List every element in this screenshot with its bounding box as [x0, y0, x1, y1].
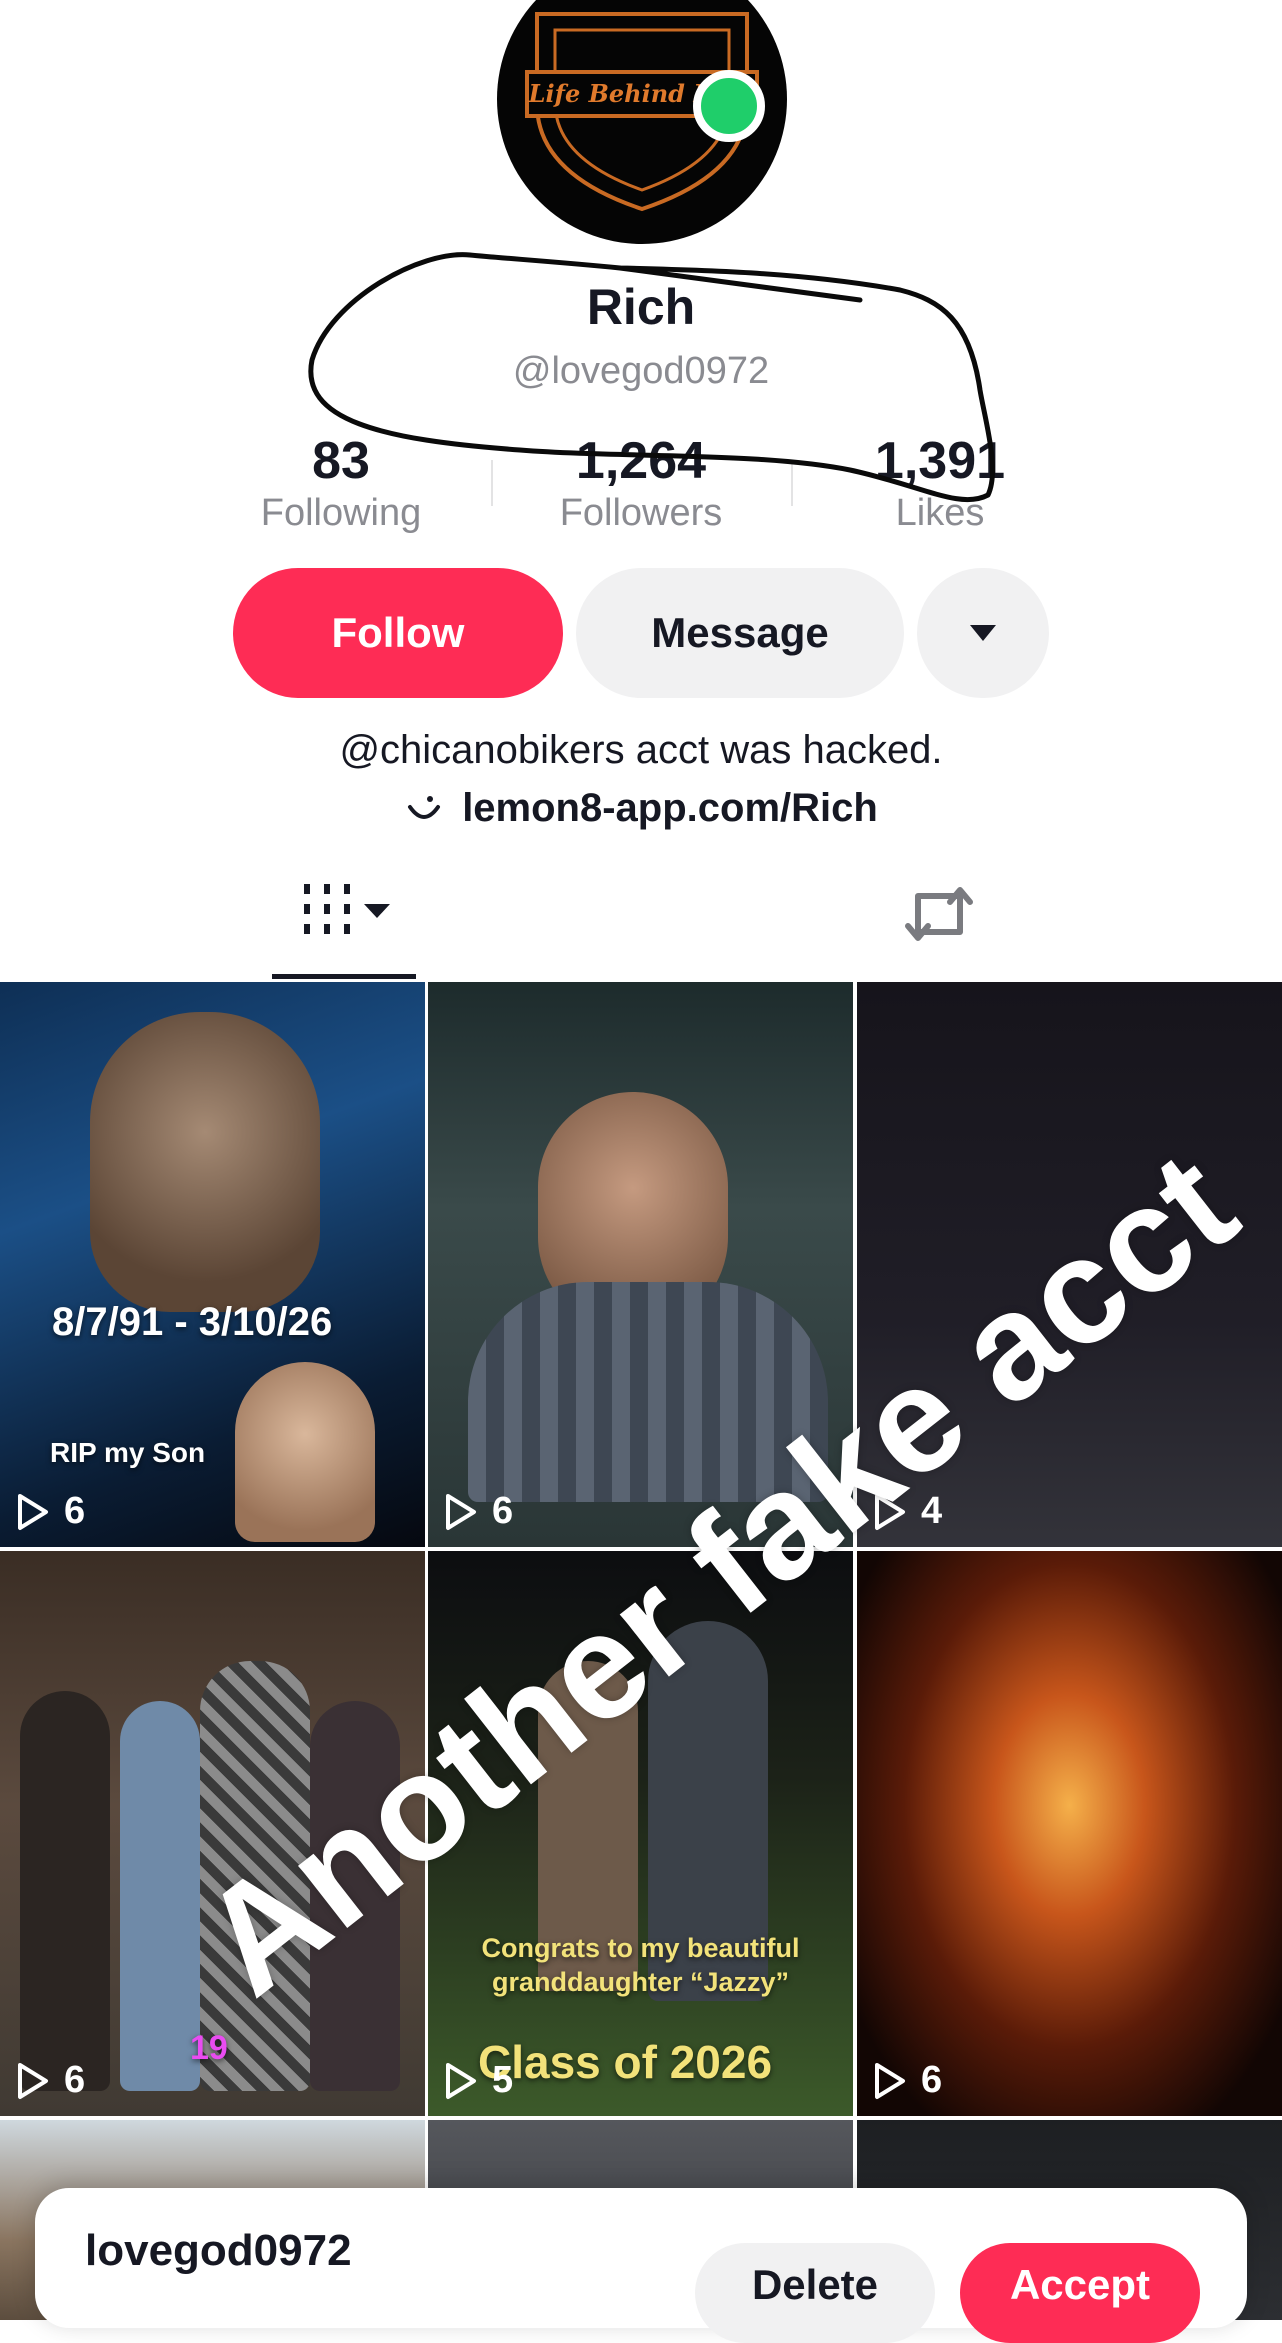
follow-request-sheet: lovegod0972 Delete Accept [35, 2188, 1247, 2343]
bio-link-text: lemon8-app.com/Rich [462, 786, 878, 830]
stat-divider [791, 460, 793, 506]
stat-followers[interactable]: 1,264 Followers [511, 432, 771, 536]
video-caption: 8/7/91 - 3/10/26 [52, 1300, 333, 1344]
stat-divider [491, 460, 493, 506]
likes-count: 1,391 [874, 432, 1006, 490]
username-handle: @lovegod0972 [512, 350, 770, 392]
following-count: 83 [312, 432, 370, 490]
play-count: 5 [444, 2059, 513, 2102]
play-icon [446, 1493, 476, 1530]
play-count: 6 [16, 1490, 85, 1533]
play-count-value: 6 [64, 2059, 86, 2101]
play-icon [18, 2062, 48, 2099]
display-name: Rich [586, 279, 696, 335]
play-icon [446, 2062, 476, 2099]
grid-icon [304, 884, 390, 934]
video-sub-caption: RIP my Son [50, 1437, 206, 1468]
profile-avatar-wrap[interactable]: Life Behind Bars [497, 0, 787, 244]
tab-reposts[interactable] [904, 882, 974, 946]
message-button[interactable]: Message [576, 568, 904, 698]
caret-down-icon [970, 625, 996, 641]
play-count-value: 6 [921, 2059, 943, 2101]
play-count-value: 6 [492, 1490, 514, 1532]
repost-icon [905, 887, 973, 941]
thumbnail-subject [90, 1012, 320, 1312]
bio-link[interactable]: lemon8-app.com/Rich [0, 786, 1282, 831]
accept-button[interactable]: Accept [960, 2243, 1200, 2343]
play-count: 6 [444, 1490, 513, 1533]
play-icon [875, 2062, 905, 2099]
followers-label: Followers [559, 492, 723, 534]
bio-text: @chicanobikers acct was hacked. [339, 728, 943, 772]
online-status-dot [693, 70, 765, 142]
follow-button[interactable]: Follow [233, 568, 563, 698]
sticker-text: 19 [190, 2029, 228, 2067]
lemon8-icon [408, 795, 441, 819]
video-sub-caption: Class of 2026 [478, 2036, 773, 2088]
play-icon [18, 1493, 48, 1530]
delete-button[interactable]: Delete [695, 2243, 935, 2343]
video-thumbnail[interactable]: 8/7/91 - 3/10/26 RIP my Son 6 [0, 982, 425, 1547]
thumbnail-subject [235, 1362, 375, 1542]
video-thumbnail[interactable]: 6 [857, 1551, 1282, 2116]
request-username[interactable]: lovegod0972 [85, 2226, 352, 2276]
thumbnail-subject [20, 1691, 110, 2091]
more-options-button[interactable] [917, 568, 1049, 698]
stat-likes[interactable]: 1,391 Likes [810, 432, 1070, 536]
play-count-value: 6 [64, 1490, 86, 1532]
stat-following[interactable]: 83 Following [211, 432, 471, 536]
play-count-value: 5 [492, 2059, 514, 2101]
followers-count: 1,264 [575, 432, 707, 490]
video-caption: Congrats to my beautiful granddaughter “… [481, 1933, 800, 1997]
following-label: Following [260, 492, 422, 534]
likes-label: Likes [895, 492, 985, 534]
play-count: 6 [16, 2059, 85, 2102]
tab-videos[interactable] [302, 882, 392, 942]
play-count: 6 [873, 2059, 942, 2102]
active-tab-indicator [272, 974, 416, 979]
